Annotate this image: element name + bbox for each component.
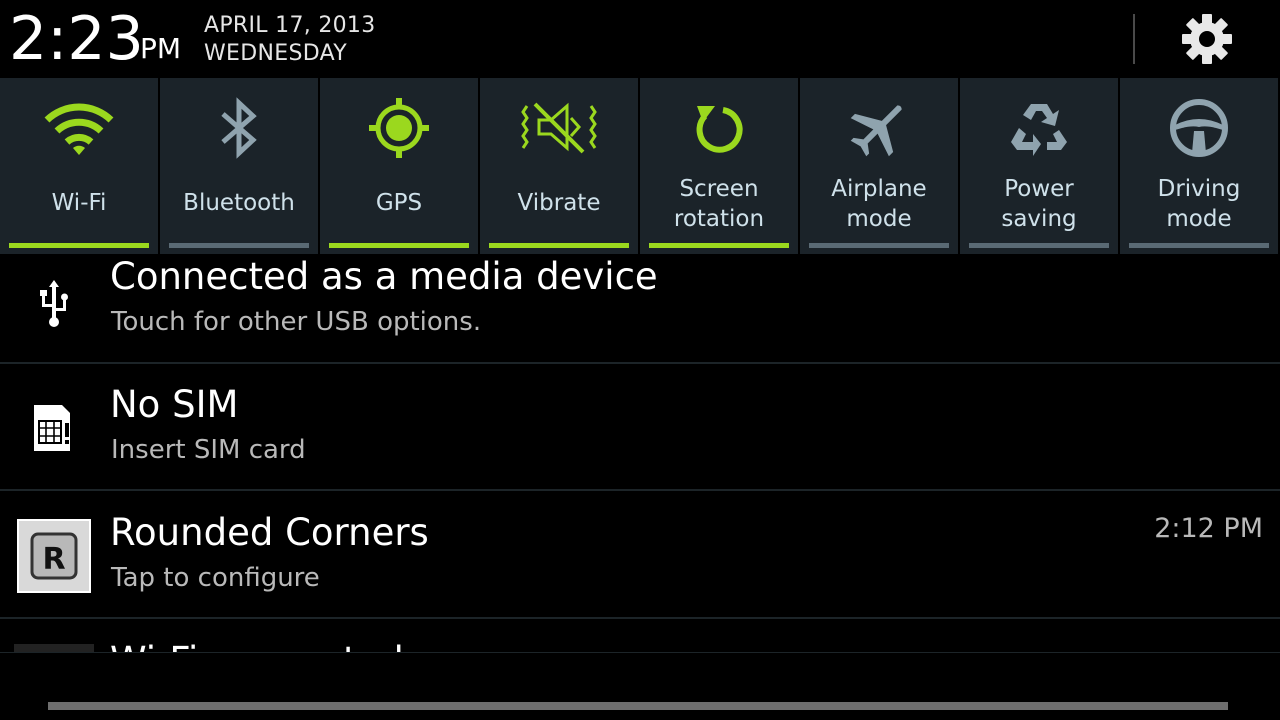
tile-label-line2: mode — [846, 206, 912, 232]
tile-label-line1: Driving — [1157, 176, 1241, 202]
notification-title: Wi-Fi connected — [110, 638, 404, 652]
drag-handle[interactable] — [48, 702, 1228, 710]
tile-bluetooth[interactable]: Bluetooth — [160, 78, 318, 254]
tile-label-line1: Power — [1004, 176, 1074, 202]
notification-time: 2:12 PM — [1154, 513, 1263, 544]
tile-state-bar — [809, 243, 949, 248]
gps-icon — [369, 98, 429, 158]
tile-state-bar — [169, 243, 309, 248]
notification-panel-footer — [0, 652, 1280, 720]
tile-label-line1: Airplane — [831, 176, 927, 202]
usb-icon — [40, 280, 68, 327]
tile-state-bar — [1129, 243, 1269, 248]
tile-power-saving[interactable]: Power saving — [960, 78, 1118, 254]
status-header: 2:23 PM APRIL 17, 2013 WEDNESDAY — [0, 0, 1280, 78]
tile-airplane-mode[interactable]: Airplane mode — [800, 78, 958, 254]
notification-rounded-corners[interactable]: R Rounded Corners Tap to configure 2:12 … — [0, 492, 1280, 619]
notification-icon — [14, 388, 94, 468]
app-icon-letter: R — [42, 542, 65, 577]
tile-label: Bluetooth — [183, 190, 295, 216]
sim-card-icon — [34, 405, 70, 451]
notification-title: No SIM — [110, 383, 239, 426]
tile-driving-mode[interactable]: Driving mode — [1120, 78, 1278, 254]
tile-state-bar — [489, 243, 629, 248]
gear-icon — [1182, 14, 1232, 64]
tile-gps[interactable]: GPS — [320, 78, 478, 254]
notification-subtitle: Tap to configure — [111, 563, 320, 593]
tile-label: Vibrate — [517, 190, 601, 216]
tile-label: Power saving — [960, 174, 1118, 234]
tile-label: Screen rotation — [640, 174, 798, 234]
notification-subtitle: Touch for other USB options. — [111, 307, 482, 337]
recycle-icon — [1011, 104, 1067, 156]
tile-label: GPS — [375, 190, 423, 216]
tile-state-bar — [329, 243, 469, 248]
vibrate-icon — [521, 102, 597, 154]
notification-title: Connected as a media device — [110, 255, 658, 298]
weekday-label: WEDNESDAY — [204, 41, 347, 66]
quick-settings-panel: Wi-Fi Bluetooth GPS Vibrate Screen rotat… — [0, 78, 1280, 254]
notification-wifi-partial[interactable]: Wi-Fi connected — [0, 620, 1280, 652]
tile-screen-rotation[interactable]: Screen rotation — [640, 78, 798, 254]
tile-label: Wi-Fi — [51, 190, 107, 216]
notification-subtitle: Insert SIM card — [111, 435, 306, 465]
settings-button[interactable] — [1172, 6, 1242, 72]
tile-state-bar — [969, 243, 1109, 248]
notification-icon: R — [14, 516, 94, 596]
notification-title: Rounded Corners — [110, 511, 429, 554]
rotation-icon — [696, 106, 743, 153]
rounded-corners-app-icon: R — [17, 519, 91, 593]
tile-label-line2: saving — [1001, 206, 1077, 232]
bluetooth-icon — [221, 97, 257, 159]
tile-wifi[interactable]: Wi-Fi — [0, 78, 158, 254]
clock-ampm: PM — [140, 32, 182, 65]
wifi-icon — [44, 103, 114, 155]
tile-label-line2: rotation — [673, 206, 765, 232]
notification-no-sim[interactable]: No SIM Insert SIM card — [0, 364, 1280, 491]
header-divider — [1133, 14, 1135, 64]
date-label: APRIL 17, 2013 — [204, 13, 376, 38]
tile-state-bar — [9, 243, 149, 248]
tile-label: Driving mode — [1120, 174, 1278, 234]
notification-usb[interactable]: Connected as a media device Touch for ot… — [0, 254, 1280, 364]
wifi-notification-icon — [14, 644, 94, 652]
tile-label-line1: Screen — [679, 176, 759, 202]
tile-label-line2: mode — [1166, 206, 1232, 232]
tile-vibrate[interactable]: Vibrate — [480, 78, 638, 254]
airplane-icon — [850, 105, 902, 157]
clock-time: 2:23 — [9, 4, 144, 74]
notification-icon — [14, 264, 94, 344]
steering-wheel-icon — [1170, 99, 1228, 157]
tile-label: Airplane mode — [800, 174, 958, 234]
tile-state-bar — [649, 243, 789, 248]
